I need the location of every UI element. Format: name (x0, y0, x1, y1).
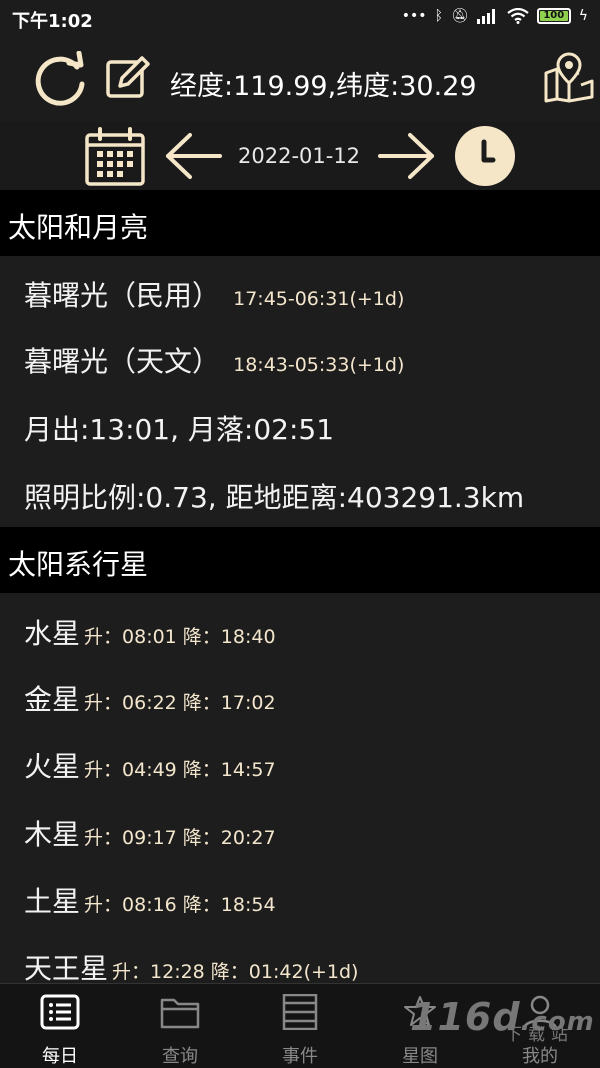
watermark-main: 116d (410, 995, 521, 1039)
planet-name: 水星 (24, 617, 81, 650)
nav-label: 事件 (282, 1046, 318, 1067)
battery-icon: 100 (536, 8, 571, 24)
battery-level: 100 (539, 11, 568, 21)
calendar-button[interactable] (82, 126, 148, 188)
nav-label: 星图 (402, 1046, 438, 1067)
planet-times: 升：06:22 降：17:02 (84, 692, 276, 714)
illumination-row: 照明比例:0.73, 距地距离:403291.3km (24, 481, 525, 514)
status-bar: 下午1:02 ••• ᛒ 🔕︎ 100 ϟ (0, 0, 600, 36)
planet-name: 金星 (24, 683, 81, 716)
planet-row-venus: 金星 升：06:22 降：17:02 (24, 678, 276, 718)
more-dots-icon: ••• (401, 8, 427, 24)
planet-name: 木星 (24, 818, 81, 851)
planet-times: 升：08:16 降：18:54 (84, 894, 276, 916)
status-icons: ••• ᛒ 🔕︎ 100 ϟ (402, 8, 588, 24)
planet-row-mars: 火星 升：04:49 降：14:57 (24, 745, 276, 785)
wifi-icon (507, 8, 529, 24)
astronomical-twilight-value: 18:43-05:33(+1d) (233, 354, 405, 376)
civil-twilight-row: 暮曙光（民用） 17:45-06:31(+1d) (24, 274, 404, 314)
planet-name: 天王星 (24, 952, 109, 985)
nav-label: 每日 (42, 1046, 78, 1067)
refresh-button[interactable] (30, 50, 90, 110)
status-time: 下午1:02 (12, 11, 93, 32)
astronomical-twilight-row: 暮曙光（天文） 18:43-05:33(+1d) (24, 340, 404, 380)
planet-times: 升：04:49 降：14:57 (84, 759, 276, 781)
civil-twilight-value: 17:45-06:31(+1d) (233, 288, 405, 310)
planet-row-uranus: 天王星 升：12:28 降：01:42(+1d) (24, 947, 358, 987)
nav-label: 我的 (522, 1046, 558, 1067)
planet-times: 升：08:01 降：18:40 (84, 626, 276, 648)
previous-day-button[interactable] (162, 128, 224, 184)
nav-tab-events[interactable]: 事件 (240, 984, 360, 1068)
section-title: 太阳和月亮 (8, 211, 149, 244)
bluetooth-icon: ᛒ (434, 8, 443, 24)
edit-location-button[interactable] (102, 52, 154, 104)
coordinates-text: 经度:119.99,纬度:30.29 (170, 71, 477, 102)
next-day-button[interactable] (376, 128, 438, 184)
planet-row-jupiter: 木星 升：09:17 降：20:27 (24, 813, 276, 853)
current-date[interactable]: 2022-01-12 (238, 144, 360, 168)
arrow-right-icon (378, 133, 434, 179)
nav-label: 查询 (162, 1046, 198, 1067)
planet-name: 火星 (24, 750, 81, 783)
events-icon (282, 994, 318, 1030)
toolbar: 经度:119.99,纬度:30.29 (0, 36, 600, 122)
signal-icon (476, 9, 495, 24)
nav-tab-daily[interactable]: 每日 (0, 984, 120, 1068)
section-header-sun-moon: 太阳和月亮 (0, 190, 600, 256)
moon-rise-set-row: 月出:13:01, 月落:02:51 (24, 413, 335, 446)
section-title: 太阳系行星 (8, 548, 149, 581)
astronomical-twilight-label: 暮曙光（天文） (24, 345, 221, 378)
map-location-button[interactable] (542, 50, 596, 104)
time-button[interactable] (452, 124, 518, 188)
civil-twilight-label: 暮曙光（民用） (24, 279, 221, 312)
planet-times: 升：09:17 降：20:27 (84, 827, 276, 849)
planet-row-mercury: 水星 升：08:01 降：18:40 (24, 612, 276, 652)
watermark-subtitle: 下载站 (505, 1025, 574, 1045)
refresh-icon (35, 51, 85, 106)
arrow-left-icon (166, 133, 222, 179)
planet-times: 升：12:28 降：01:42(+1d) (112, 961, 359, 983)
nav-tab-query[interactable]: 查询 (120, 984, 240, 1068)
date-navigation-bar: 2022-01-12 (0, 122, 600, 190)
map-pin-icon (544, 52, 594, 103)
mute-icon: 🔕︎ (450, 8, 469, 24)
edit-icon (106, 56, 150, 98)
charging-icon: ϟ (578, 8, 588, 24)
planet-name: 土星 (24, 885, 81, 918)
folder-icon (160, 998, 200, 1029)
clock-icon (455, 126, 515, 186)
calendar-icon (85, 127, 145, 186)
section-header-planets: 太阳系行星 (0, 527, 600, 593)
daily-list-icon (40, 994, 80, 1030)
planet-row-saturn: 土星 升：08:16 降：18:54 (24, 880, 276, 920)
